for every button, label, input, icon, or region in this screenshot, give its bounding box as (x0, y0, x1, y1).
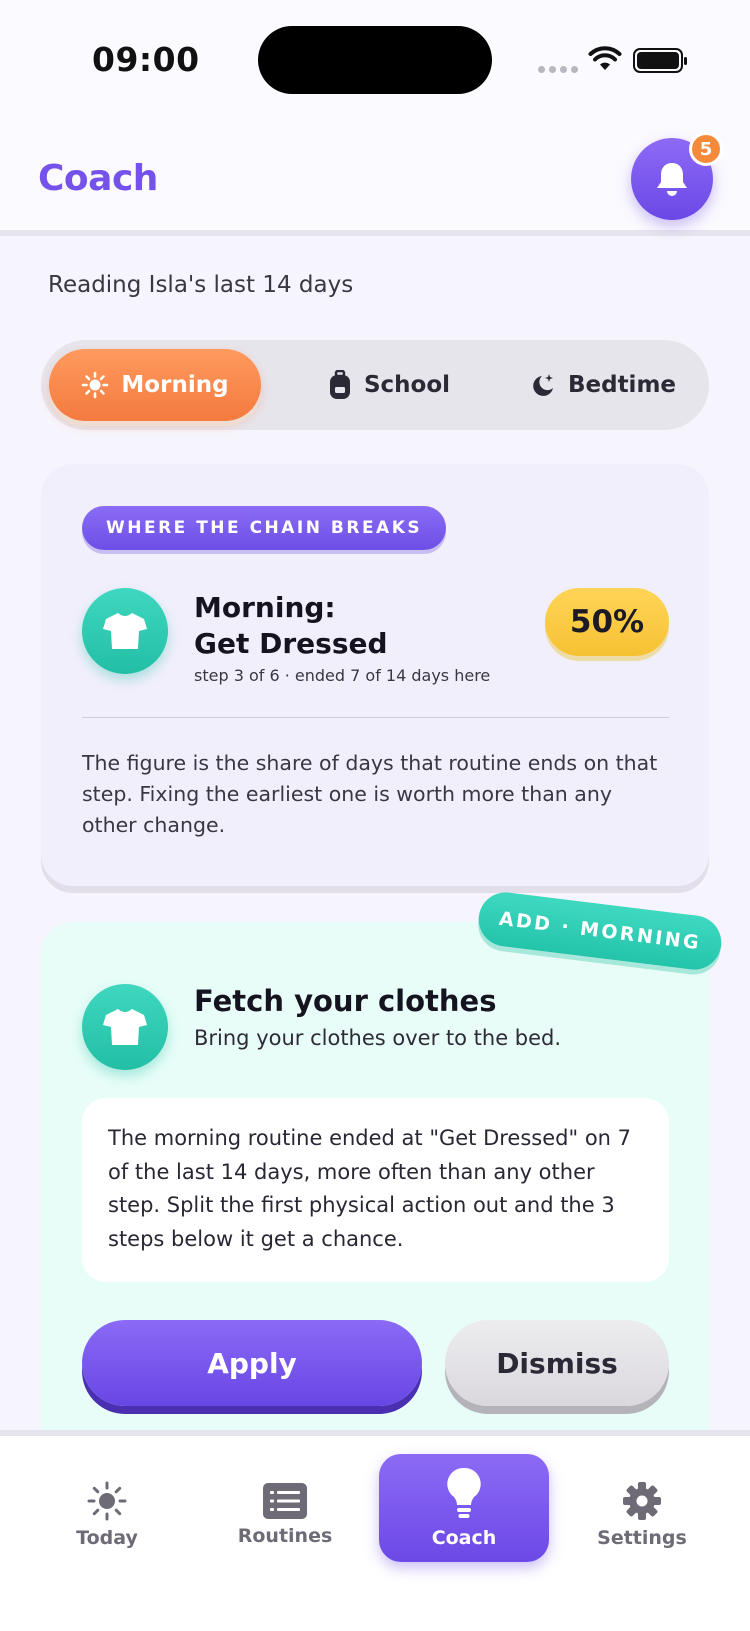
battery-icon (633, 48, 687, 73)
suggestion-reason: The morning routine ended at "Get Dresse… (82, 1098, 669, 1282)
moon-icon (533, 374, 553, 396)
shirt-icon (103, 1009, 147, 1045)
sun-icon (82, 371, 109, 399)
tab-today-label: Today (76, 1527, 138, 1549)
break-percent-badge: 50% (545, 588, 669, 656)
step-title: Morning: Get Dressed (194, 591, 388, 660)
dismiss-button[interactable]: Dismiss (445, 1320, 669, 1406)
step-meta: step 3 of 6 · ended 7 of 14 days here (194, 666, 491, 685)
segment-morning-label: Morning (121, 372, 229, 398)
bell-icon (657, 163, 687, 196)
chain-break-label: WHERE THE CHAIN BREAKS (82, 506, 447, 550)
tab-routines-label: Routines (237, 1525, 333, 1547)
chain-break-card: WHERE THE CHAIN BREAKS Morning: Get Dres… (41, 464, 709, 886)
sun-icon (87, 1481, 127, 1521)
tab-settings[interactable]: Settings (562, 1462, 722, 1568)
shirt-icon (103, 613, 147, 649)
suggestion-avatar (82, 984, 168, 1070)
lightbulb-icon (447, 1467, 481, 1518)
status-time: 09:00 (92, 40, 200, 79)
segment-morning[interactable]: Morning (49, 349, 261, 421)
page-title: Coach (38, 158, 158, 199)
tab-bar: Today Routines Coach Settings (0, 1430, 750, 1631)
tab-routines[interactable]: Routines (205, 1462, 365, 1568)
cellular-signal-icon (538, 66, 578, 73)
routine-segmented-control: Morning School Bedtime (41, 340, 709, 430)
tab-coach[interactable]: Coach (379, 1454, 549, 1562)
segment-school-label: School (363, 372, 451, 398)
segment-bedtime-label: Bedtime (567, 372, 677, 398)
segment-bedtime[interactable]: Bedtime (507, 349, 697, 421)
list-icon (263, 1483, 307, 1519)
dynamic-island (258, 26, 492, 94)
suggestion-description: Bring your clothes over to the bed. (194, 1026, 562, 1050)
header: Coach 5 (0, 120, 750, 236)
divider (82, 717, 669, 718)
backpack-icon (329, 370, 350, 399)
suggestion-card: Fetch your clothes Bring your clothes ov… (41, 922, 709, 1442)
subtitle: Reading Isla's last 14 days (48, 272, 354, 298)
wifi-icon (588, 46, 622, 70)
tab-coach-label: Coach (431, 1527, 497, 1549)
step-avatar (82, 588, 168, 674)
gear-icon (623, 1482, 661, 1520)
tab-today[interactable]: Today (27, 1462, 187, 1568)
apply-button[interactable]: Apply (82, 1320, 422, 1406)
notifications-button[interactable]: 5 (631, 132, 723, 220)
notification-badge: 5 (689, 132, 723, 166)
segment-school[interactable]: School (299, 349, 479, 421)
tab-settings-label: Settings (597, 1527, 687, 1549)
chain-explanation: The figure is the share of days that rou… (82, 751, 658, 837)
status-bar: 09:00 (0, 0, 750, 120)
suggestion-title: Fetch your clothes (194, 984, 497, 1018)
